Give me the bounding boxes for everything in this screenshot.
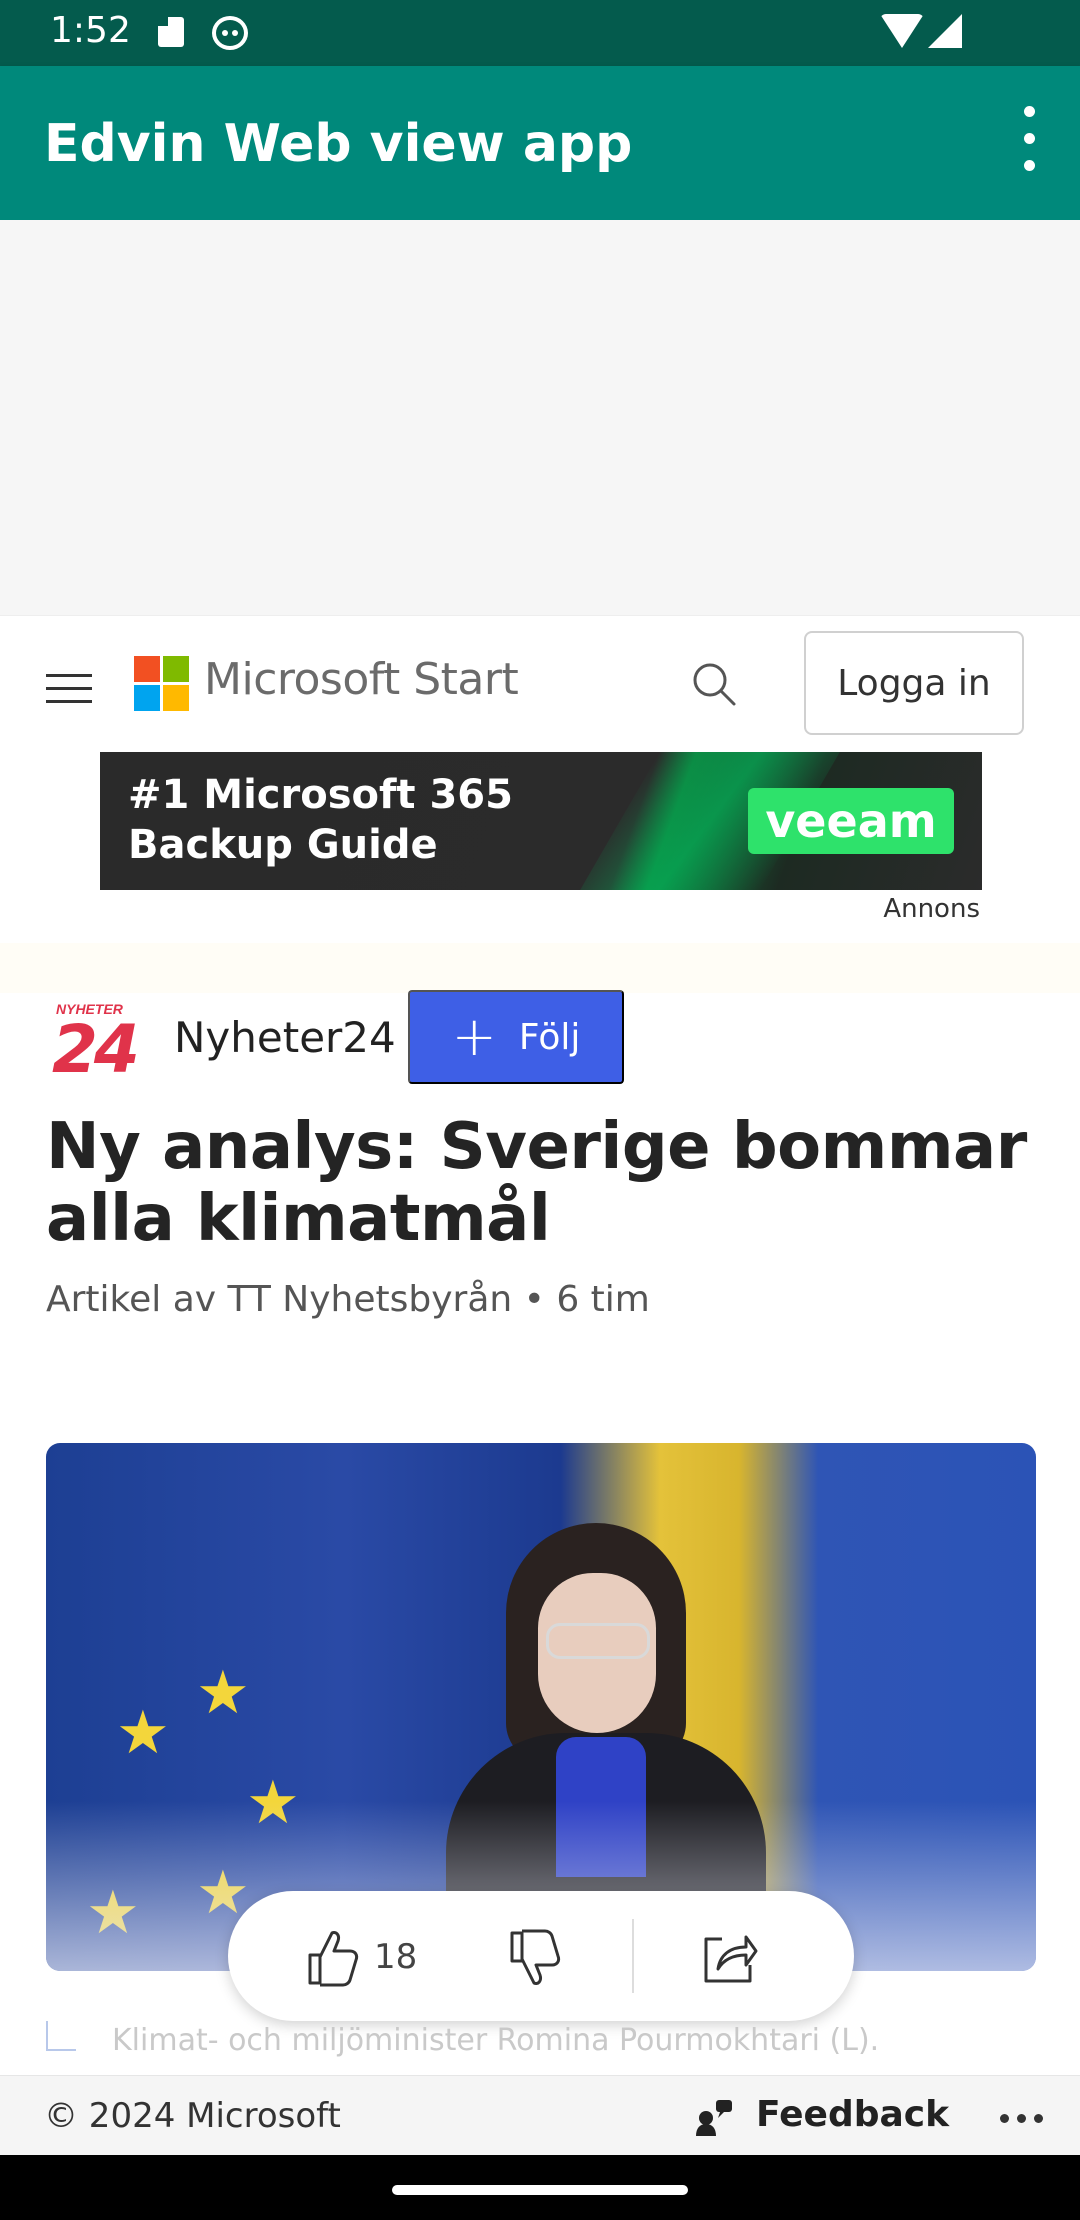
- sd-card-icon: [158, 17, 184, 47]
- overflow-menu-icon[interactable]: [1004, 104, 1054, 174]
- photo-caption: Klimat- och miljöminister Romina Pourmok…: [112, 2023, 880, 2058]
- hamburger-menu-icon[interactable]: [46, 672, 92, 706]
- eu-star-icon: ★: [116, 1699, 170, 1766]
- publisher-name[interactable]: Nyheter24: [174, 1013, 396, 1062]
- microsoft-logo-icon[interactable]: [134, 656, 190, 712]
- publisher-logo-number: 24: [52, 1011, 140, 1088]
- feedback-button[interactable]: Feedback: [756, 2094, 949, 2135]
- caption-marker: [46, 2021, 76, 2051]
- ad-banner[interactable]: #1 Microsoft 365 Backup Guide veeam: [100, 752, 982, 890]
- article-headline: Ny analys: Sverige bommar alla klimatmål: [46, 1110, 1027, 1256]
- brand-name[interactable]: Microsoft Start: [204, 654, 519, 705]
- search-icon[interactable]: [690, 660, 738, 708]
- app-bar: Edvin Web view app: [0, 66, 1080, 220]
- plus-icon: +: [451, 1005, 497, 1068]
- reaction-divider: [632, 1919, 634, 1993]
- status-time: 1:52: [50, 10, 131, 51]
- thumbs-up-icon[interactable]: [304, 1927, 360, 1987]
- article-top-tint: [0, 943, 1080, 993]
- ad-text-line2: Backup Guide: [128, 822, 438, 868]
- wifi-icon: [880, 14, 924, 48]
- notification-app-icon: [212, 16, 248, 50]
- thumbs-down-icon[interactable]: [506, 1929, 562, 1989]
- cell-signal-icon: [928, 14, 962, 48]
- article-byline: Artikel av TT Nyhetsbyrån • 6 tim: [46, 1279, 650, 1320]
- site-header: Microsoft Start Logga in #1 Microsoft 36…: [0, 615, 1080, 943]
- reaction-bar: 18: [228, 1891, 854, 2021]
- like-count: 18: [374, 1937, 418, 1977]
- status-bar: 1:52: [0, 0, 1080, 66]
- publisher-logo[interactable]: NYHETER 24: [50, 1001, 140, 1088]
- feedback-icon[interactable]: [694, 2098, 734, 2136]
- follow-button[interactable]: + Följ: [408, 990, 624, 1084]
- article: NYHETER 24 Nyheter24 + Följ Ny analys: S…: [0, 943, 1080, 2075]
- blank-webview-area: [0, 220, 1080, 615]
- share-icon[interactable]: [698, 1929, 758, 1985]
- ad-label: Annons: [883, 894, 980, 924]
- site-footer: © 2024 Microsoft Feedback: [0, 2075, 1080, 2155]
- ad-logo: veeam: [748, 788, 954, 854]
- login-button[interactable]: Logga in: [804, 631, 1024, 735]
- copyright-text: © 2024 Microsoft: [44, 2096, 341, 2136]
- home-gesture-handle[interactable]: [392, 2185, 688, 2195]
- follow-label: Följ: [518, 1016, 581, 1058]
- system-navigation-bar: [0, 2155, 1080, 2220]
- ad-text: #1 Microsoft 365 Backup Guide: [128, 770, 513, 870]
- app-title: Edvin Web view app: [44, 114, 633, 174]
- ad-text-line1: #1 Microsoft 365: [128, 772, 513, 818]
- eu-star-icon: ★: [196, 1659, 250, 1726]
- more-options-icon[interactable]: [1000, 2114, 1044, 2124]
